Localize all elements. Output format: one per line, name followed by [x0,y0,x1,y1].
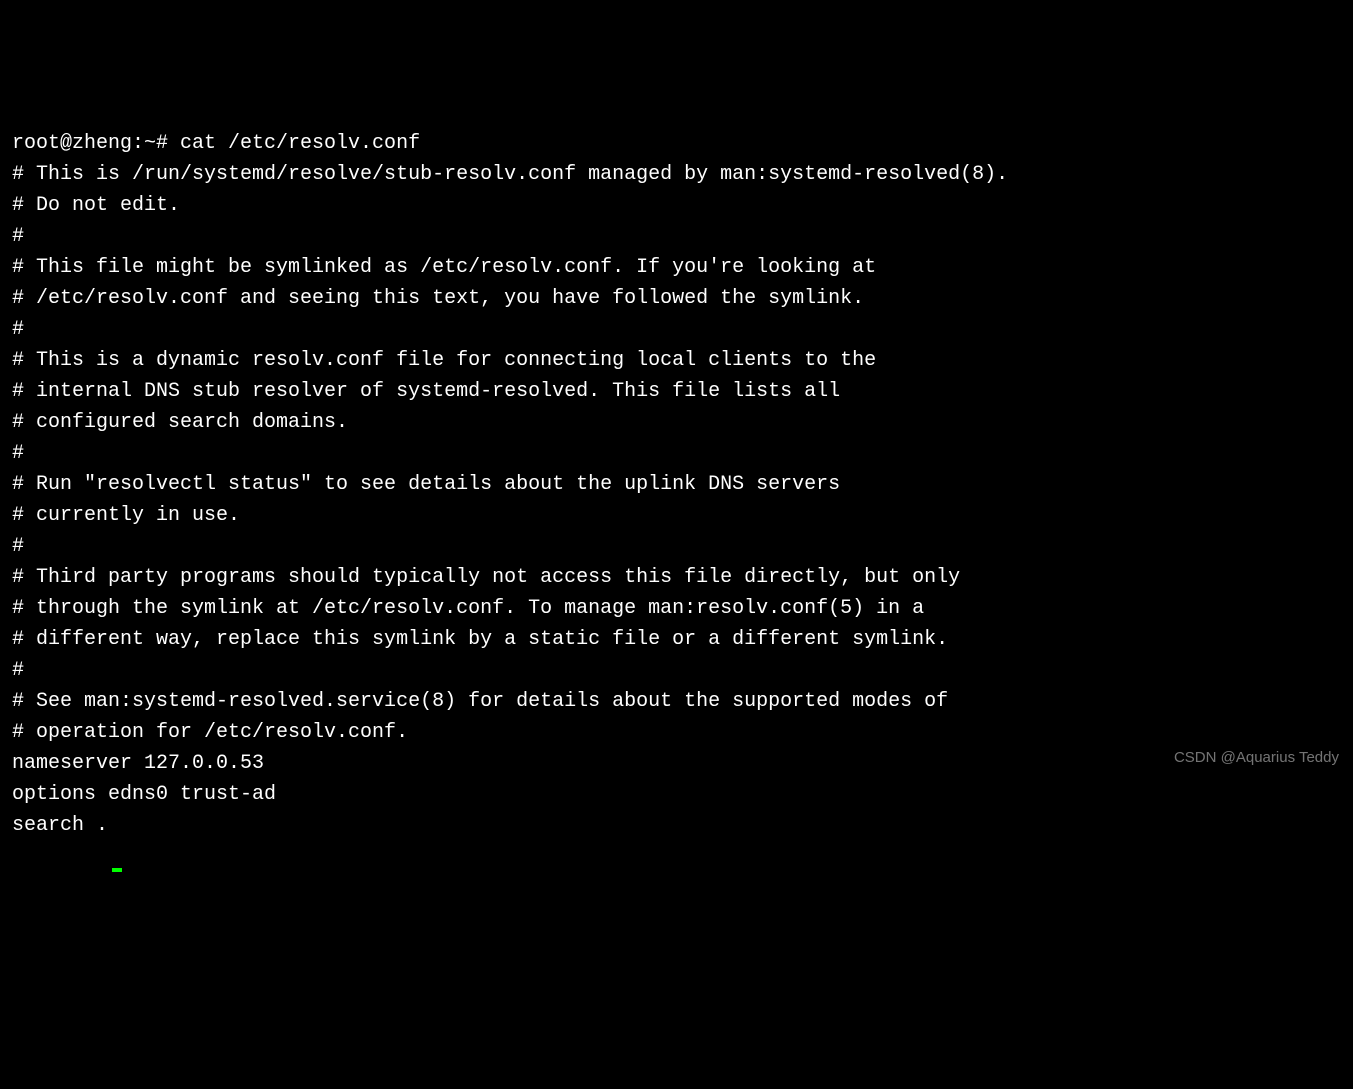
terminal-line: # Third party programs should typically … [12,562,1341,593]
terminal-line: # [12,655,1341,686]
terminal-line: # operation for /etc/resolv.conf. [12,717,1341,748]
terminal-line: # [12,438,1341,469]
terminal-line: # [12,221,1341,252]
terminal-line: # This file might be symlinked as /etc/r… [12,252,1341,283]
terminal-line: # See man:systemd-resolved.service(8) fo… [12,686,1341,717]
terminal-line: # Run "resolvectl status" to see details… [12,469,1341,500]
terminal-line: # currently in use. [12,500,1341,531]
terminal-line: # [12,314,1341,345]
terminal-line: search . [12,810,1341,841]
terminal-output[interactable]: root@zheng:~# cat /etc/resolv.conf# This… [12,128,1341,872]
terminal-line: nameserver 127.0.0.53 [12,748,1341,779]
terminal-line: # /etc/resolv.conf and seeing this text,… [12,283,1341,314]
watermark-text: CSDN @Aquarius Teddy [1174,746,1339,769]
terminal-line: root@zheng:~# cat /etc/resolv.conf [12,128,1341,159]
terminal-line: # internal DNS stub resolver of systemd-… [12,376,1341,407]
terminal-line: options edns0 trust-ad [12,779,1341,810]
terminal-line: # This is /run/systemd/resolve/stub-reso… [12,159,1341,190]
cursor-icon [112,868,122,872]
terminal-line: # This is a dynamic resolv.conf file for… [12,345,1341,376]
terminal-line: # configured search domains. [12,407,1341,438]
terminal-line: # Do not edit. [12,190,1341,221]
terminal-line: # different way, replace this symlink by… [12,624,1341,655]
terminal-line: # [12,531,1341,562]
terminal-line: # through the symlink at /etc/resolv.con… [12,593,1341,624]
